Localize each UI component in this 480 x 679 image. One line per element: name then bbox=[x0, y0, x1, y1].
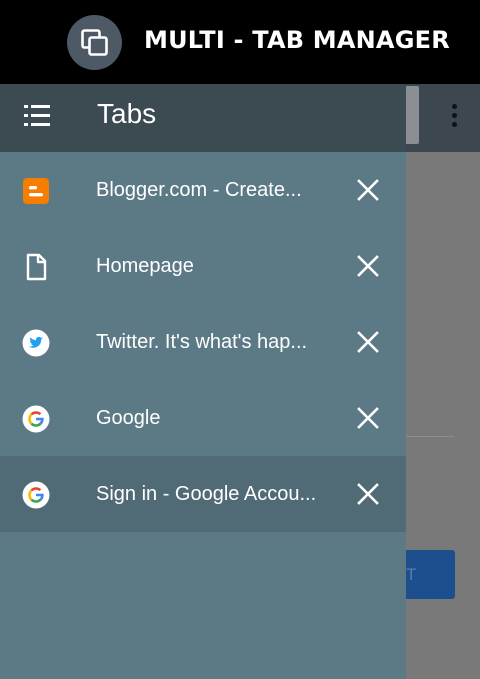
document-icon bbox=[26, 253, 47, 281]
tab-item-active[interactable]: Sign in - Google Accou... bbox=[0, 456, 406, 532]
banner-title: MULTI - TAB MANAGER bbox=[144, 26, 450, 54]
background-button: T bbox=[398, 550, 455, 599]
tab-item[interactable]: Homepage bbox=[0, 228, 406, 304]
tab-title: Twitter. It's what's hap... bbox=[96, 331, 308, 353]
tab-item[interactable]: Google bbox=[0, 380, 406, 456]
twitter-icon bbox=[22, 329, 50, 357]
tab-title: Sign in - Google Accou... bbox=[96, 483, 317, 505]
tab-item[interactable]: Twitter. It's what's hap... bbox=[0, 304, 406, 380]
list-icon[interactable] bbox=[24, 105, 50, 127]
tabs-drawer: Tabs Blogger.com - Create... Homepage Tw… bbox=[0, 84, 406, 679]
close-icon[interactable] bbox=[352, 250, 384, 282]
promo-banner: MULTI - TAB MANAGER bbox=[0, 0, 480, 84]
google-icon bbox=[22, 405, 50, 433]
app-logo bbox=[67, 15, 122, 70]
close-icon[interactable] bbox=[352, 174, 384, 206]
tab-title: Google bbox=[96, 407, 161, 429]
blogger-icon bbox=[23, 178, 49, 204]
background-button-label: T bbox=[406, 565, 417, 584]
close-icon[interactable] bbox=[352, 326, 384, 358]
tab-title: Homepage bbox=[96, 255, 194, 277]
tab-item[interactable]: Blogger.com - Create... bbox=[0, 152, 406, 228]
close-icon[interactable] bbox=[352, 478, 384, 510]
background-divider bbox=[406, 436, 454, 437]
google-icon bbox=[22, 481, 50, 509]
tab-title: Blogger.com - Create... bbox=[96, 179, 302, 201]
drawer-title: Tabs bbox=[97, 98, 157, 129]
close-icon[interactable] bbox=[352, 402, 384, 434]
overlapping-squares-icon bbox=[81, 29, 108, 56]
drawer-header: Tabs bbox=[0, 84, 406, 152]
tab-list: Blogger.com - Create... Homepage Twitter… bbox=[0, 152, 406, 532]
overflow-menu-icon[interactable] bbox=[448, 104, 460, 132]
